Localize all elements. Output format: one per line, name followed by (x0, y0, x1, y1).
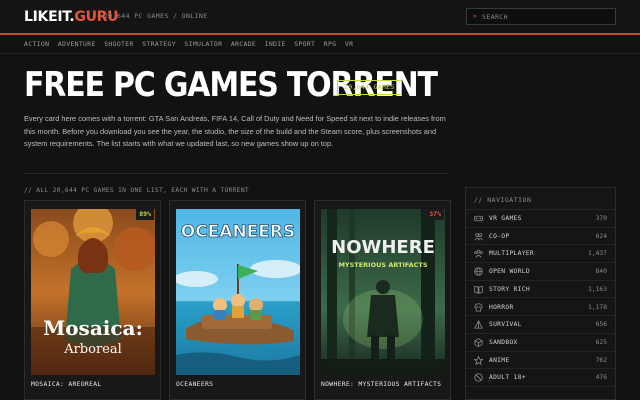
sidebar-item-count: 1,163 (588, 285, 607, 293)
users-icon (474, 232, 483, 241)
cover-art-oceaneers: OCEANEERS (176, 209, 300, 375)
sidebar-item-label: ADULT 18+ (489, 374, 526, 382)
game-title[interactable]: MOSAICA: AREOREAL (31, 380, 102, 388)
nav-item-rpg[interactable]: RPG (324, 40, 337, 48)
tent-icon (474, 320, 483, 329)
cover-title-line-1: NOWHERE (331, 237, 435, 258)
sidebar-item-label: SANDBOX (489, 338, 518, 346)
sidebar-item-label: SURVIVAL (489, 321, 522, 329)
game-card[interactable]: NOWHERE MYSTERIOUS ARTIFACTS 37% NOWHERE… (314, 200, 451, 400)
sidebar-item-count: 1,437 (588, 250, 607, 258)
vr-headset-icon (474, 214, 483, 223)
search-prompt-icon: > (473, 12, 477, 20)
section-divider (24, 173, 448, 174)
sidebar-item-label: MULTIPLAYER (489, 250, 535, 258)
sidebar-item-label: OPEN WORLD (489, 268, 530, 276)
sidebar-item-count: 840 (595, 268, 607, 276)
nav-divider (0, 53, 640, 54)
sidebar-item-count: 656 (595, 321, 607, 329)
nav-item-simulator[interactable]: SIMULATOR (184, 40, 222, 48)
logo-main-text: LIKEIT. (24, 9, 75, 25)
sidebar-item-co-op[interactable]: CO-OP 624 (466, 228, 615, 246)
nav-item-indie[interactable]: INDIE (265, 40, 286, 48)
cover-art-mosaica: Mosaica: Arboreal (31, 209, 155, 375)
sidebar-item-horror[interactable]: HORROR 1,178 (466, 299, 615, 317)
cover-title-line-2: MYSTERIOUS ARTIFACTS (338, 261, 427, 269)
nav-item-arcade[interactable]: ARCADE (231, 40, 256, 48)
game-cover-oceaneers[interactable]: OCEANEERS (176, 209, 300, 375)
game-title[interactable]: NOWHERE: MYSTERIOUS ARTIFACTS (321, 380, 441, 388)
sidebar-item-label: CO-OP (489, 232, 510, 240)
site-tagline: 20,644 PC GAMES / ONLINE (104, 12, 208, 20)
sidebar-item-open-world[interactable]: OPEN WORLD 840 (466, 263, 615, 281)
section-label: // ALL 20,644 PC GAMES IN ONE LIST, EACH… (24, 187, 250, 194)
sidebar-item-label: ANIME (489, 356, 510, 364)
book-icon (474, 285, 483, 294)
globe-icon (474, 267, 483, 276)
nav-item-adventure[interactable]: ADVENTURE (58, 40, 96, 48)
navigation-sidebar: // NAVIGATION VR GAMES 370 CO-OP 624 MUL… (465, 187, 616, 400)
skull-icon (474, 302, 483, 312)
nav-item-sport[interactable]: SPORT (294, 40, 315, 48)
nav-item-shooter[interactable]: SHOOTER (104, 40, 134, 48)
sidebar-item-adult[interactable]: ADULT 18+ 476 (466, 369, 615, 387)
game-cover-mosaica[interactable]: Mosaica: Arboreal (31, 209, 155, 375)
header-accent-line (0, 33, 640, 35)
sidebar-heading: // NAVIGATION (474, 196, 532, 204)
search-box[interactable]: > (466, 8, 616, 25)
sidebar-item-count: 476 (595, 374, 607, 382)
sidebar-item-label: STORY RICH (489, 285, 530, 293)
sidebar-item-survival[interactable]: SURVIVAL 656 (466, 316, 615, 334)
sidebar-item-count: 1,178 (588, 303, 607, 311)
sidebar-item-sandbox[interactable]: SANDBOX 625 (466, 334, 615, 352)
search-input[interactable] (482, 11, 610, 22)
nav-item-strategy[interactable]: STRATEGY (142, 40, 176, 48)
cover-title: OCEANEERS (181, 222, 295, 242)
game-card[interactable]: Mosaica: Arboreal 89% MOSAICA: AREOREAL (24, 200, 161, 400)
sidebar-item-count: 624 (595, 232, 607, 240)
cover-title-line-1: Mosaica: (43, 316, 143, 340)
age-restricted-icon (474, 373, 483, 382)
game-cover-nowhere[interactable]: NOWHERE MYSTERIOUS ARTIFACTS (321, 209, 445, 375)
site-header: LIKEIT.GURU 20,644 PC GAMES / ONLINE > (0, 0, 640, 33)
sidebar-item-label: HORROR (489, 303, 514, 311)
cover-title-line-2: Arboreal (63, 342, 122, 357)
steam-score-badge: 89% (136, 209, 154, 220)
nav-item-action[interactable]: ACTION (24, 40, 49, 48)
game-title[interactable]: OCEANEERS (176, 380, 213, 388)
cube-icon (474, 338, 483, 347)
games-count-badge: 20,644 GAMES (337, 80, 402, 95)
star-icon (474, 355, 483, 365)
nav-item-vr[interactable]: VR (345, 40, 353, 48)
intro-text: Every card here comes with a torrent: GT… (24, 114, 446, 148)
group-icon (474, 249, 483, 259)
sidebar-item-vr-games[interactable]: VR GAMES 370 (466, 210, 615, 228)
sidebar-item-label: VR GAMES (489, 215, 522, 222)
sidebar-item-count: 625 (595, 338, 607, 346)
sidebar-item-multiplayer[interactable]: MULTIPLAYER 1,437 (466, 245, 615, 264)
sidebar-item-story-rich[interactable]: STORY RICH 1,163 (466, 281, 615, 299)
steam-score-badge: 37% (426, 209, 444, 220)
sidebar-item-count: 370 (595, 215, 607, 222)
cover-art-nowhere: NOWHERE MYSTERIOUS ARTIFACTS (321, 209, 445, 375)
sidebar-item-anime[interactable]: ANIME 762 (466, 352, 615, 370)
sidebar-item-count: 762 (595, 356, 607, 364)
game-card[interactable]: OCEANEERS OCEANEERS (169, 200, 306, 400)
genre-nav: ACTION ADVENTURE SHOOTER STRATEGY SIMULA… (24, 40, 353, 48)
